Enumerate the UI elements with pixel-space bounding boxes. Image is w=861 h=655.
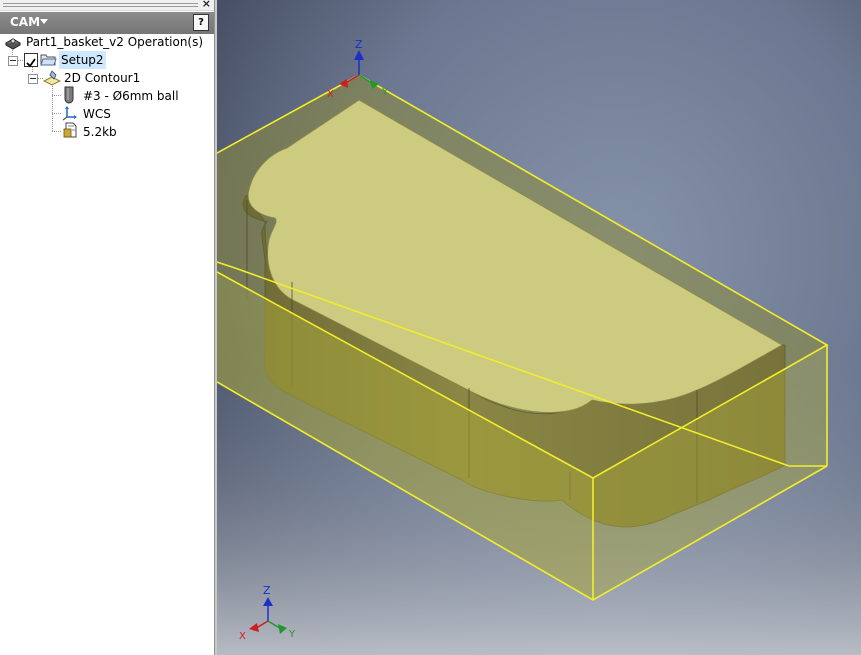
- setup-checkbox[interactable]: [24, 53, 38, 68]
- cam-root-icon: [4, 34, 22, 54]
- model-scene[interactable]: Z X Y Z X Y: [217, 0, 861, 655]
- collapse-icon[interactable]: [28, 74, 38, 84]
- setup-folder-icon: [40, 52, 57, 71]
- nc-file-icon: [63, 122, 77, 142]
- triad-x-label: X: [327, 89, 334, 100]
- tree-root-label[interactable]: Part1_basket_v2 Operation(s): [26, 33, 203, 51]
- view-triad-z-label: Z: [263, 584, 271, 597]
- tree-operation-label[interactable]: 2D Contour1: [64, 69, 140, 87]
- view-triad-x-label: X: [239, 631, 246, 642]
- tree-wcs-label[interactable]: WCS: [83, 105, 111, 123]
- collapse-icon[interactable]: [8, 56, 18, 66]
- view-triad-y-label: Y: [288, 629, 296, 640]
- tree-setup-label[interactable]: Setup2: [59, 51, 106, 69]
- tree-file-label[interactable]: 5.2kb: [83, 123, 117, 141]
- tree-tool-label[interactable]: #3 - Ø6mm ball: [83, 87, 179, 105]
- triad-z-label: Z: [355, 38, 363, 51]
- contour-operation-icon: [42, 70, 62, 90]
- cam-browser-panel: × CAM ? Part1_basket_v2 Operation(s) Set…: [0, 0, 214, 655]
- triad-y-label: Y: [381, 87, 389, 98]
- graphics-viewport[interactable]: Z X Y Z X Y: [217, 0, 861, 655]
